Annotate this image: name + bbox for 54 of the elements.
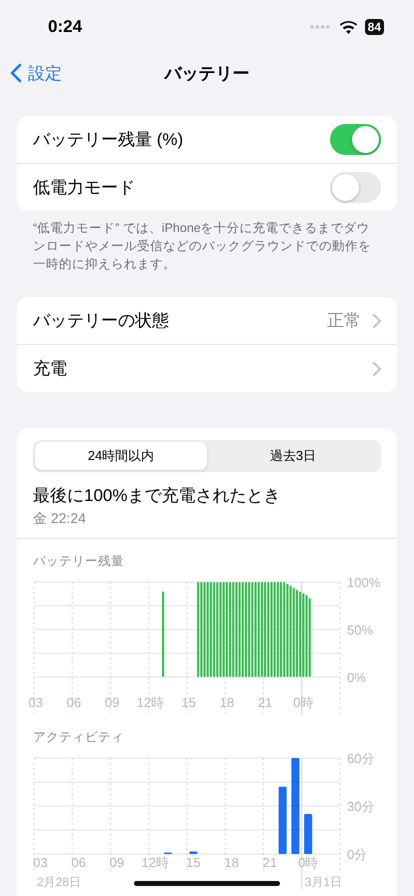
- axis-label: 09: [110, 855, 124, 870]
- back-chevron-icon: [10, 63, 22, 83]
- row-label: バッテリーの状態: [33, 310, 170, 332]
- bar: [278, 786, 287, 854]
- axis-label: 03: [28, 695, 43, 710]
- segment-tab[interactable]: 過去3日: [207, 442, 379, 470]
- segment-tab[interactable]: 24時間以内: [35, 442, 207, 470]
- axis-label: 12時: [136, 695, 164, 710]
- row-label: バッテリー残量 (%): [33, 129, 184, 151]
- axis-label: 0時: [298, 855, 318, 870]
- axis-label: 30分: [347, 799, 374, 814]
- axis-label: 06: [66, 695, 82, 710]
- back-button[interactable]: 設定: [10, 62, 62, 84]
- battery-icon: 84: [364, 19, 384, 35]
- settings-row[interactable]: 充電: [17, 344, 397, 392]
- axis-label: 50%: [347, 622, 374, 638]
- axis-label: 12時: [141, 855, 169, 870]
- axis-label: 21: [258, 695, 272, 710]
- page-title: バッテリー: [164, 64, 250, 82]
- date-label: 2月28日: [37, 875, 82, 889]
- axis-label: 15: [181, 695, 196, 710]
- chevron-icon: [373, 362, 381, 376]
- axis-label: 03: [33, 855, 48, 870]
- axis-label: 09: [104, 695, 120, 710]
- signal-icon: [310, 25, 330, 29]
- axis-label: 0%: [347, 670, 366, 685]
- last-charge-title: 最後に100%まで充電されたとき: [33, 485, 282, 507]
- toggle-switch[interactable]: [330, 172, 381, 203]
- axis-label: 06: [71, 855, 86, 870]
- chart-title: バッテリー残量: [32, 553, 125, 570]
- date-label: 3月1日: [304, 875, 342, 889]
- axis-label: 60分: [347, 751, 374, 766]
- footnote-text: “低電力モード” では、iPhoneを十分に充電できるまでダウンロードやメール受信などのバックグラウンドでの動作を一時的に抑えられます。: [32, 220, 372, 273]
- axis-label: 15: [186, 855, 201, 870]
- bar: [189, 851, 198, 854]
- bar: [304, 814, 312, 854]
- chevron-icon: [373, 314, 381, 328]
- settings-row[interactable]: バッテリー残量 (%): [17, 116, 397, 163]
- axis-label: 18: [224, 855, 239, 870]
- last-charge-time: 金 22:24: [33, 510, 87, 528]
- row-label: 充電: [33, 358, 68, 380]
- axis-label: 18: [220, 695, 234, 710]
- axis-label: 0時: [293, 695, 314, 710]
- settings-row[interactable]: バッテリーの状態 正常: [17, 297, 397, 344]
- settings-row[interactable]: 低電力モード: [17, 163, 397, 211]
- axis-label: 100%: [347, 575, 380, 590]
- row-value: 正常: [327, 310, 361, 332]
- axis-label: 21: [262, 855, 278, 870]
- row-label: 低電力モード: [33, 177, 136, 199]
- axis-label: 0分: [347, 847, 368, 862]
- status-time: 0:24: [48, 17, 82, 37]
- toggle-switch[interactable]: [330, 124, 381, 155]
- wifi-icon: [340, 20, 357, 34]
- chart-title: アクティビティ: [32, 729, 125, 746]
